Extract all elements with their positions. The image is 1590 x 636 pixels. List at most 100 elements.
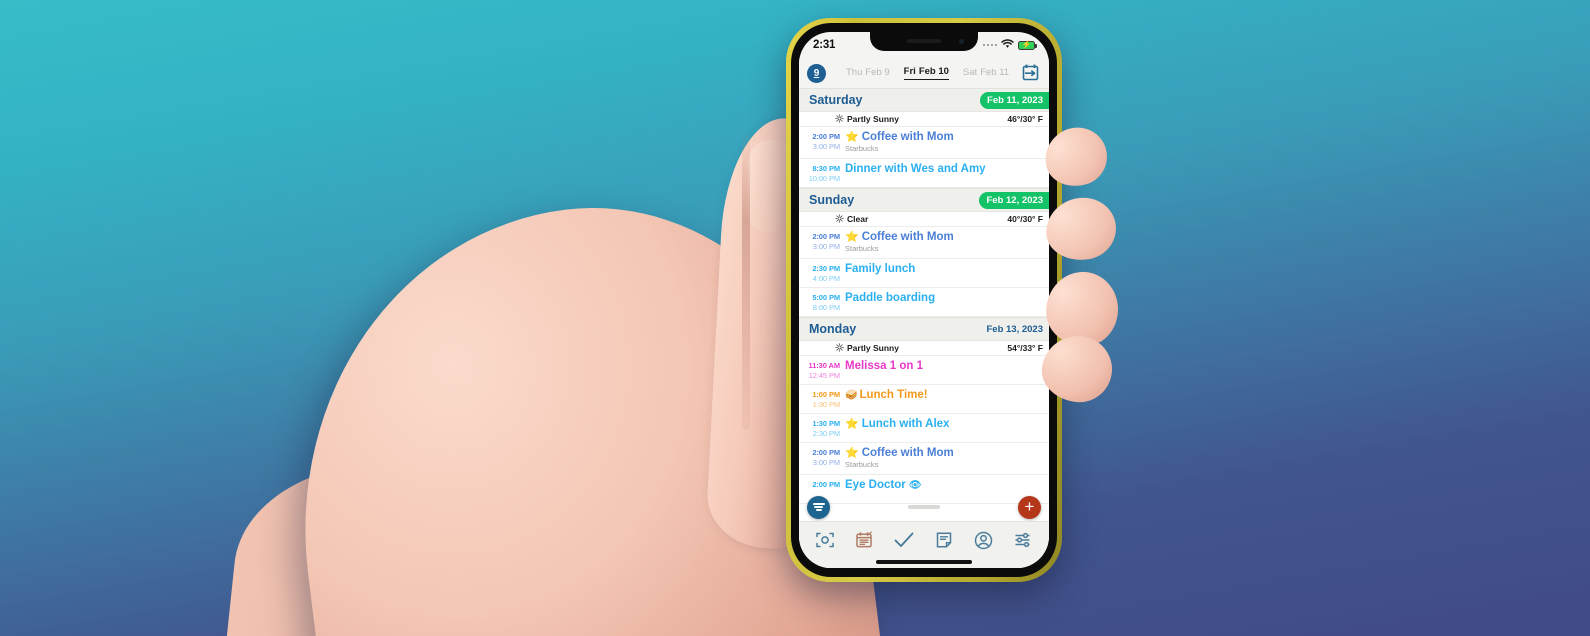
event-row[interactable]: 1:00 PM 1:30 PM 🥪 Lunch Time! bbox=[799, 385, 1049, 414]
day-header[interactable]: Saturday Feb 11, 2023 bbox=[799, 88, 1049, 112]
agenda-list[interactable]: Saturday Feb 11, 2023 Partly Sunny 46°/30° … bbox=[799, 88, 1049, 568]
day-header[interactable]: Monday Feb 13, 2023 bbox=[799, 317, 1049, 341]
event-start-time: 11:30 AM bbox=[808, 361, 841, 370]
date-tab-sat[interactable]: Sat Feb 11 bbox=[963, 67, 1009, 80]
date-tab-dow: Sat bbox=[962, 66, 978, 78]
event-row[interactable]: 5:00 PM 8:00 PM Paddle boarding bbox=[799, 288, 1049, 317]
date-tab-dow: Thu bbox=[846, 66, 863, 78]
event-emoji: 👁 bbox=[908, 480, 922, 491]
event-row[interactable]: 11:30 AM 12:45 PM Melissa 1 on 1 bbox=[799, 356, 1049, 385]
settings-sliders-icon[interactable] bbox=[1010, 527, 1036, 553]
event-body: 🥪 Lunch Time! bbox=[845, 389, 1043, 402]
day-group: Sunday Feb 12, 2023 Clear 40°/30° F 2:00 PM 3… bbox=[799, 188, 1049, 317]
event-title-line: ⭐ Lunch with Alex bbox=[845, 418, 1043, 431]
date-tab-date: Feb 9 bbox=[865, 66, 890, 78]
event-times: 2:00 PM 3:00 PM bbox=[805, 447, 845, 467]
date-tab-fri[interactable]: Fri Feb 10 bbox=[903, 66, 949, 80]
event-start-time: 2:00 PM bbox=[812, 232, 840, 241]
event-times: 11:30 AM 12:45 PM bbox=[805, 360, 845, 380]
event-body: Paddle boarding bbox=[845, 292, 1043, 305]
event-row[interactable]: 2:00 PM Eye Doctor 👁 bbox=[799, 475, 1049, 504]
date-tab-thu[interactable]: Thu Feb 9 bbox=[846, 67, 890, 80]
event-times: 2:00 PM bbox=[805, 479, 845, 490]
event-title: Coffee with Mom bbox=[861, 131, 954, 143]
thumb-crease bbox=[742, 130, 750, 430]
notch bbox=[870, 32, 978, 51]
event-start-time: 1:30 PM bbox=[812, 419, 840, 428]
event-title-line: Paddle boarding bbox=[845, 292, 1043, 305]
weather-condition: Partly Sunny bbox=[847, 343, 899, 353]
event-start-time: 2:00 PM bbox=[812, 132, 840, 141]
event-start-time: 2:00 PM bbox=[812, 480, 840, 489]
event-title-line: Family lunch bbox=[845, 263, 1043, 276]
event-start-time: 2:30 PM bbox=[812, 264, 840, 273]
event-end-time: 4:00 PM bbox=[812, 274, 840, 283]
menu-filter-icon[interactable] bbox=[807, 495, 830, 519]
scene: 2:31 ⚡ 9 Thu Feb 9 Fri Feb 10 Sat Feb 11… bbox=[0, 0, 1590, 636]
phone-device: 2:31 ⚡ 9 Thu Feb 9 Fri Feb 10 Sat Feb 11… bbox=[786, 18, 1062, 582]
event-body: ⭐ Coffee with Mom Starbucks bbox=[845, 231, 1043, 254]
event-end-time: 2:30 PM bbox=[812, 429, 840, 438]
event-times: 1:30 PM 2:30 PM bbox=[805, 418, 845, 438]
event-body: Eye Doctor 👁 bbox=[845, 479, 1043, 492]
weather-temps: 40°/30° F bbox=[1007, 214, 1043, 224]
event-row[interactable]: 2:00 PM 3:00 PM ⭐ Coffee with Mom Starbucks bbox=[799, 443, 1049, 475]
day-number-badge[interactable]: 9 bbox=[807, 63, 826, 83]
day-group: Saturday Feb 11, 2023 Partly Sunny 46°/30° … bbox=[799, 88, 1049, 188]
event-row[interactable]: 2:00 PM 3:00 PM ⭐ Coffee with Mom Starbucks bbox=[799, 127, 1049, 159]
event-title-line: 🥪 Lunch Time! bbox=[845, 389, 1043, 402]
event-title: Lunch Time! bbox=[859, 389, 928, 401]
event-body: ⭐ Lunch with Alex bbox=[845, 418, 1043, 431]
event-row[interactable]: 8:30 PM 10:00 PM Dinner with Wes and Amy bbox=[799, 159, 1049, 188]
event-title: Lunch with Alex bbox=[861, 418, 950, 430]
day-date-label: Feb 11, 2023 bbox=[980, 91, 1049, 109]
day-group: Monday Feb 13, 2023 Partly Sunny 54°/33° F 1… bbox=[799, 317, 1049, 504]
add-event-button[interactable]: + bbox=[1018, 495, 1041, 519]
event-title-line: Eye Doctor 👁 bbox=[845, 479, 1043, 492]
event-location: Starbucks bbox=[845, 144, 879, 153]
star-icon: ⭐ bbox=[845, 418, 859, 430]
event-end-time: 3:00 PM bbox=[812, 142, 840, 151]
event-start-time: 1:00 PM bbox=[812, 390, 840, 399]
event-body: ⭐ Coffee with Mom Starbucks bbox=[845, 131, 1043, 154]
calendar-icon[interactable] bbox=[851, 527, 877, 553]
weather-condition: Clear bbox=[847, 214, 869, 224]
event-body: Melissa 1 on 1 bbox=[845, 360, 1043, 373]
home-indicator bbox=[876, 560, 972, 564]
partly-sunny-icon bbox=[835, 342, 844, 354]
event-body: ⭐ Coffee with Mom Starbucks bbox=[845, 447, 1043, 470]
event-row[interactable]: 2:00 PM 3:00 PM ⭐ Coffee with Mom Starbucks bbox=[799, 227, 1049, 259]
event-start-time: 5:00 PM bbox=[812, 293, 840, 302]
calendar-goto-date-icon[interactable] bbox=[1019, 62, 1041, 84]
event-title-line: ⭐ Coffee with Mom bbox=[845, 231, 1043, 244]
event-body: Family lunch bbox=[845, 263, 1043, 276]
event-title-line: ⭐ Coffee with Mom bbox=[845, 447, 1043, 460]
day-date-label: Feb 13, 2023 bbox=[986, 323, 1043, 335]
event-start-time: 8:30 PM bbox=[812, 164, 840, 173]
event-end-time: 1:30 PM bbox=[812, 400, 840, 409]
event-title-line: ⭐ Coffee with Mom bbox=[845, 131, 1043, 144]
event-title: Coffee with Mom bbox=[861, 447, 954, 459]
event-row[interactable]: 2:30 PM 4:00 PM Family lunch bbox=[799, 259, 1049, 288]
star-icon: ⭐ bbox=[845, 231, 859, 243]
checkmark-icon[interactable] bbox=[891, 527, 917, 553]
status-time: 2:31 bbox=[813, 39, 836, 51]
contact-icon[interactable] bbox=[970, 527, 996, 553]
event-row[interactable]: 1:30 PM 2:30 PM ⭐ Lunch with Alex bbox=[799, 414, 1049, 443]
camera-scan-icon[interactable] bbox=[812, 527, 838, 553]
date-tab-date: Feb 10 bbox=[918, 66, 949, 77]
signal-dots-icon bbox=[982, 43, 997, 47]
phone-frame: 2:31 ⚡ 9 Thu Feb 9 Fri Feb 10 Sat Feb 11… bbox=[791, 23, 1057, 577]
note-icon[interactable] bbox=[931, 527, 957, 553]
event-location: Starbucks bbox=[845, 244, 879, 253]
event-location: Starbucks bbox=[845, 460, 879, 469]
event-title: Paddle boarding bbox=[845, 292, 936, 304]
weather-temps: 54°/33° F bbox=[1007, 343, 1043, 353]
wifi-icon bbox=[1001, 38, 1014, 52]
event-title-line: Dinner with Wes and Amy bbox=[845, 163, 1043, 176]
battery-charging-icon: ⚡ bbox=[1018, 40, 1037, 50]
event-end-time: 3:00 PM bbox=[812, 458, 840, 467]
day-header[interactable]: Sunday Feb 12, 2023 bbox=[799, 188, 1049, 212]
speaker-grille bbox=[907, 39, 941, 43]
date-tab-strip: Thu Feb 9 Fri Feb 10 Sat Feb 11 bbox=[846, 66, 1009, 80]
